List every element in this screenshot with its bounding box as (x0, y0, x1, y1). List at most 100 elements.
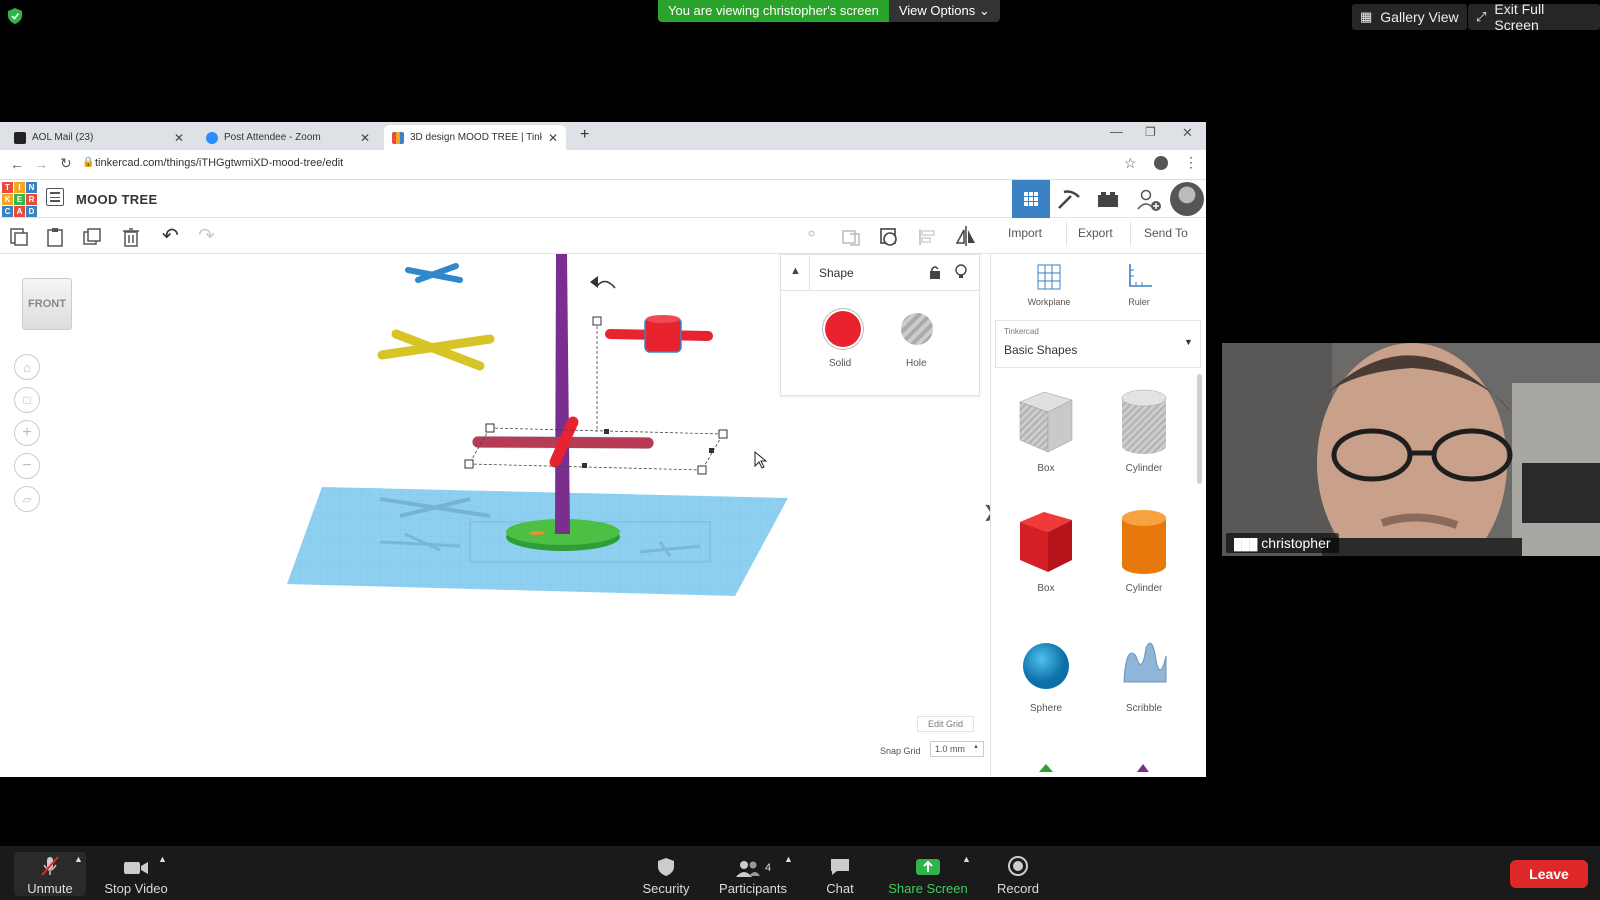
lock-icon[interactable] (929, 265, 941, 279)
group-icon[interactable] (840, 226, 862, 248)
delete-trash-icon[interactable] (120, 226, 142, 248)
shape-label: Sphere (1029, 703, 1063, 714)
shapes-sidebar: Workplane Ruler Tinkercad Basic Shapes ▼… (990, 254, 1206, 777)
3d-view-button[interactable] (1012, 180, 1050, 218)
design-title[interactable]: MOOD TREE (76, 192, 157, 207)
workplane-icon (1037, 264, 1061, 290)
align-icon[interactable] (916, 226, 938, 248)
video-options-chevron-icon[interactable]: ▲ (158, 854, 167, 864)
toolbar-divider (1130, 222, 1131, 246)
forward-arrow-icon[interactable]: → (34, 156, 48, 172)
redo-icon[interactable]: ↷ (198, 223, 215, 248)
mirror-icon[interactable] (954, 224, 978, 248)
share-options-chevron-icon[interactable]: ▲ (962, 854, 971, 864)
export-button[interactable]: Export (1078, 226, 1113, 240)
grid-icon: ▦ (1360, 9, 1373, 24)
rotate-handle-icon[interactable] (596, 280, 616, 289)
unmute-label: Unmute (27, 881, 73, 896)
participants-options-chevron-icon[interactable]: ▲ (784, 854, 793, 864)
close-tab-icon[interactable]: ✕ (174, 131, 184, 145)
view-options-label: View Options (898, 3, 976, 18)
shape-panel-title: Shape (819, 266, 854, 280)
hole-label: Hole (906, 358, 927, 369)
shape-tile-cylinder-solid[interactable]: Cylinder (1109, 506, 1179, 594)
security-button[interactable]: Security (636, 852, 696, 896)
workplane-label: Workplane (1027, 297, 1071, 307)
show-hidden-bulb-icon[interactable]: ⚬ (804, 224, 819, 245)
minimize-window-icon[interactable]: — (1110, 124, 1123, 139)
rotate-arrow-icon (590, 276, 598, 288)
restore-window-icon[interactable]: ❐ (1145, 125, 1156, 139)
bookmark-star-icon[interactable]: ☆ (1124, 155, 1137, 172)
tinkercad-toolbar: ↶ ↷ ⚬ Import Export Send To (0, 218, 1206, 254)
ruler-tool[interactable]: Ruler (1109, 262, 1169, 307)
audio-options-chevron-icon[interactable]: ▲ (74, 854, 83, 864)
security-label: Security (642, 881, 690, 896)
reload-icon[interactable]: ↻ (60, 155, 72, 172)
logo-letter: E (14, 194, 25, 205)
solid-color-swatch[interactable] (825, 311, 861, 347)
grid-view-icon (1024, 192, 1038, 206)
shape-label: Scribble (1125, 703, 1163, 714)
back-arrow-icon[interactable]: ← (10, 156, 24, 172)
shape-library-select[interactable]: Tinkercad Basic Shapes ▼ (995, 320, 1201, 368)
add-user-icon[interactable] (1136, 188, 1162, 212)
gallery-view-button[interactable]: ▦ Gallery View (1352, 4, 1467, 30)
profile-icon[interactable] (1154, 156, 1168, 170)
paste-icon[interactable] (44, 226, 66, 248)
view-options-button[interactable]: View Options ⌄ (888, 0, 1000, 22)
import-button[interactable]: Import (1008, 226, 1042, 240)
shape-tile-box-hole[interactable]: Box (1011, 386, 1081, 474)
browser-menu-icon[interactable]: ⋮ (1184, 154, 1198, 171)
send-to-button[interactable]: Send To (1144, 226, 1188, 240)
sidebar-scrollbar[interactable] (1197, 374, 1202, 484)
mood-tree-trunk[interactable] (555, 254, 570, 534)
yellow-cross-shape[interactable] (377, 329, 495, 371)
security-shield-icon (8, 8, 22, 24)
close-tab-icon[interactable]: ✕ (548, 131, 558, 145)
shape-tile-scribble[interactable]: Scribble (1109, 626, 1179, 714)
participant-video-tile[interactable] (1222, 343, 1600, 556)
participants-button[interactable]: 4 Participants (714, 852, 792, 896)
shape-tile-box-solid[interactable]: Box (1011, 506, 1081, 594)
chat-button[interactable]: Chat (814, 852, 866, 896)
chevron-down-icon: ⌄ (978, 3, 990, 18)
snap-grid-select[interactable]: 1.0 mm ▲ (930, 741, 984, 757)
aol-favicon-icon (14, 131, 26, 144)
browser-tab-aol[interactable]: AOL Mail (23) ✕ (6, 125, 192, 150)
light-bulb-icon[interactable] (955, 264, 967, 280)
hole-swatch[interactable] (901, 313, 933, 345)
cylinder-solid-shape-icon (1122, 510, 1166, 574)
undo-icon[interactable]: ↶ (162, 223, 179, 248)
shape-tile-sphere[interactable]: Sphere (1011, 626, 1081, 714)
collapse-up-icon[interactable]: ▲ (790, 265, 801, 277)
red-cylinder-shape[interactable] (605, 315, 713, 353)
record-icon (1008, 856, 1028, 876)
close-tab-icon[interactable]: ✕ (360, 131, 370, 145)
user-avatar[interactable] (1170, 182, 1204, 216)
shape-label: Cylinder (1125, 463, 1163, 474)
duplicate-icon[interactable] (82, 226, 104, 248)
record-button[interactable]: Record (990, 852, 1046, 896)
codeblocks-pickaxe-icon[interactable] (1056, 188, 1082, 212)
exit-full-screen-button[interactable]: ⤢ Exit Full Screen (1468, 1, 1600, 33)
edit-grid-button[interactable]: Edit Grid (917, 716, 975, 732)
shape-tile-cylinder-hole[interactable]: Cylinder (1109, 386, 1179, 474)
browser-tab-zoom[interactable]: Post Attendee - Zoom ✕ (198, 125, 378, 150)
copy-icon[interactable] (8, 226, 30, 248)
browser-tab-tinkercad[interactable]: 3D design MOOD TREE | Tinkerc ✕ (384, 125, 566, 150)
workplane-tool[interactable]: Workplane (1019, 262, 1079, 307)
box-hole-shape-icon (1019, 391, 1073, 453)
tinkercad-logo[interactable]: T I N K E R C A D (2, 182, 37, 217)
leave-meeting-button[interactable]: Leave (1510, 860, 1588, 888)
shape-inspector-panel: ▲ Shape Solid Hole (780, 254, 980, 396)
new-tab-button[interactable]: + (580, 126, 589, 144)
design-list-icon[interactable] (46, 188, 64, 206)
ungroup-icon[interactable] (878, 226, 900, 248)
gallery-view-label: Gallery View (1380, 9, 1459, 25)
share-screen-button[interactable]: Share Screen (882, 852, 974, 896)
close-window-icon[interactable]: ✕ (1182, 125, 1193, 141)
blue-cross-shape[interactable] (405, 263, 463, 283)
url-field[interactable]: tinkercad.com/things/iTHGgtwmiXD-mood-tr… (95, 157, 343, 169)
bricks-icon[interactable] (1096, 189, 1120, 209)
